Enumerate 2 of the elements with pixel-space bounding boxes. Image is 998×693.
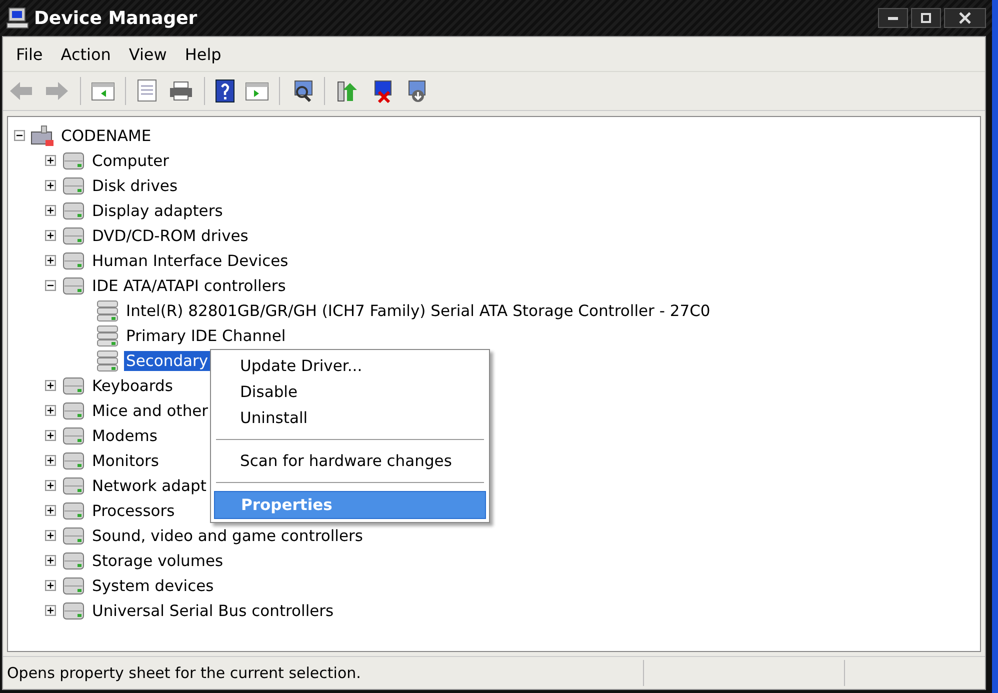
window-title: Device Manager [34, 8, 198, 28]
status-text: Opens property sheet for the current selection. [6, 664, 362, 682]
